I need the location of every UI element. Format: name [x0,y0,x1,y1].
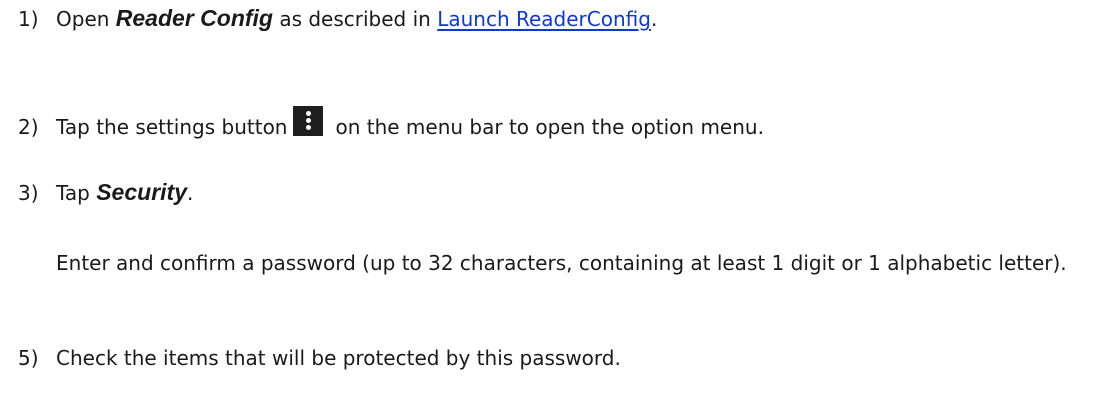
step-5: 5) Check the items that will be protected… [18,344,1104,372]
step-text: . [650,7,658,31]
step-number: 1) [18,7,39,31]
step-text: on the menu bar to open the option menu. [335,115,764,139]
step-text: . [186,181,194,205]
step-number: 4) [0,249,56,277]
app-name-emphasis: Reader Config [115,5,273,31]
more-vert-icon [293,106,324,136]
step-text: Open [56,7,116,31]
step-text: as described in [272,7,438,31]
step-text: Tap the settings button [56,115,288,139]
step-text: Enter and confirm a password (up to 32 c… [56,251,1067,275]
step-text: Tap [56,181,97,205]
launch-readerconfig-link[interactable]: Launch ReaderConfig [437,7,651,31]
step-text: Check the items that will be protected b… [56,346,621,370]
step-3: 3) Tap Security. [18,178,1104,207]
step-2: 2) Tap the settings button on the menu bar… [18,106,1104,141]
step-4: 4)Enter and confirm a password (up to 32… [0,249,1092,277]
step-number: 2) [18,115,39,139]
step-number: 5) [18,346,39,370]
security-emphasis: Security [96,179,187,205]
step-1: 1) Open Reader Config as described in Lau… [18,4,1104,33]
step-number: 3) [18,181,39,205]
